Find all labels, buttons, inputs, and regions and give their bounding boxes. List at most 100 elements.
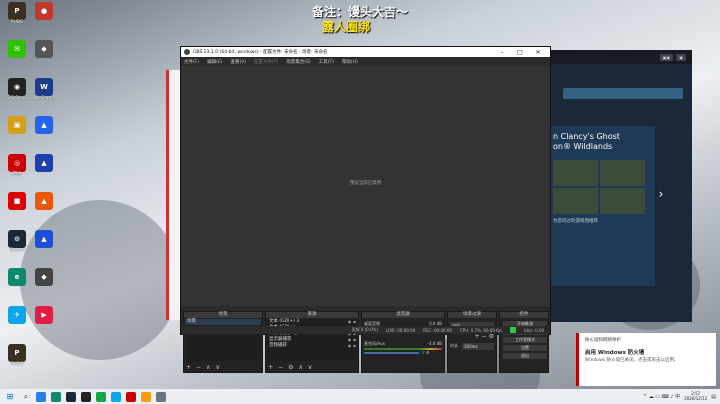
- desktop-icon[interactable]: ✈: [2, 306, 32, 325]
- app-icon[interactable]: [111, 391, 121, 402]
- controls-dock: 控件 开始推流 开始录制 工作室模式 设置 退出: [499, 311, 549, 373]
- next-arrow-icon[interactable]: ›: [654, 183, 668, 205]
- firewall-notification[interactable]: 防火墙和网络保护 启用 Windows 防火墙 Windows 防火墙已关闭。点…: [576, 333, 716, 386]
- lock-icon[interactable]: ▪: [352, 343, 357, 349]
- source-item[interactable]: 音频捕获 ◉ ▪: [267, 343, 357, 349]
- desktop-icon[interactable]: ◆: [29, 268, 59, 287]
- search-icon[interactable]: ⌕: [20, 392, 32, 402]
- obs-titlebar[interactable]: OBS 23.1.0 (64-bit, windows) - 配置文件: 未命名…: [181, 47, 550, 57]
- steam-icon[interactable]: [66, 391, 76, 402]
- app-icon[interactable]: [141, 391, 151, 402]
- remove-icon[interactable]: −: [278, 364, 283, 371]
- desktop-icon[interactable]: ▲: [29, 192, 59, 211]
- desktop-icon[interactable]: ▣: [2, 116, 32, 135]
- desktop-icon[interactable]: ⊙ Steam: [2, 230, 32, 254]
- menu-item[interactable]: 文件(F): [184, 59, 199, 65]
- clock-date: 2020/12/12: [684, 395, 708, 401]
- app-icon: ▲: [35, 230, 53, 248]
- obs-icon[interactable]: [81, 391, 91, 402]
- desktop-icon[interactable]: ◎ 网易: [2, 154, 32, 178]
- desktop-icon[interactable]: ◉ OBS Studio: [2, 78, 32, 102]
- desktop-icon[interactable]: ▲: [29, 230, 59, 249]
- app-icon: ◆: [35, 40, 53, 58]
- volume-slider[interactable]: [364, 352, 419, 354]
- duration-input[interactable]: 300ms: [462, 342, 494, 350]
- menu-item[interactable]: 帮助(H): [342, 59, 358, 65]
- game-screenshot[interactable]: [553, 159, 598, 186]
- steam-topbar: ▣▣ ▣: [549, 50, 692, 64]
- move-down-icon[interactable]: ∨: [215, 364, 219, 371]
- edge-icon[interactable]: [51, 391, 61, 402]
- menu-item[interactable]: 场景集合(S): [286, 59, 310, 65]
- mixer-track-mic: 麦克风/Aux -4.6 dB ♪ ⚙: [364, 341, 442, 355]
- app-icon: ■: [8, 192, 26, 210]
- scenes-dock: 场景 场景 + − ∧ ∨: [183, 311, 263, 373]
- stream-overlay-tag: 露人圈绑: [322, 20, 371, 34]
- dock-title: 混音器: [362, 312, 444, 318]
- game-screenshot[interactable]: [553, 187, 598, 214]
- move-up-icon[interactable]: ∧: [298, 364, 302, 371]
- add-icon[interactable]: +: [186, 364, 191, 371]
- windows-start-icon[interactable]: ⊞: [4, 392, 16, 401]
- menu-item[interactable]: 编辑(E): [207, 59, 222, 65]
- remove-icon[interactable]: −: [196, 364, 201, 371]
- desktop-icon[interactable]: e: [2, 268, 32, 287]
- close-button[interactable]: ✕: [529, 49, 547, 56]
- desktop-icon-label: PUBG: [10, 362, 24, 367]
- preview-area[interactable]: 预览当前已禁用: [181, 66, 550, 306]
- menubar: 文件(F) 编辑(E) 查看(V) 配置文件(P) 场景集合(S) 工具(T) 帮助(H): [181, 57, 550, 66]
- app-icon: ✈: [8, 306, 26, 324]
- taskbar: ⊞ ⌕ ^ ☁ ▭ ⌨ ♪ 中 2:57 2020/12/12 ▤: [0, 389, 720, 404]
- add-icon[interactable]: +: [268, 364, 273, 371]
- app-icon[interactable]: [96, 391, 106, 402]
- move-down-icon[interactable]: ∨: [308, 364, 312, 371]
- studio-mode-button[interactable]: 工作室模式: [503, 337, 547, 343]
- desktop-icon[interactable]: ●: [29, 2, 59, 21]
- clock[interactable]: 2:57 2020/12/12: [684, 391, 708, 402]
- menu-item[interactable]: 配置文件(P): [254, 59, 278, 65]
- game-screenshot[interactable]: [600, 159, 645, 186]
- desktop-icon[interactable]: P PUBG: [2, 344, 32, 368]
- netease-icon[interactable]: [126, 391, 136, 402]
- menu-item[interactable]: 工具(T): [319, 59, 334, 65]
- maximize-button[interactable]: □: [511, 49, 529, 56]
- app-icon[interactable]: [156, 391, 166, 402]
- scene-item[interactable]: 场景: [185, 319, 261, 325]
- desktop-icon[interactable]: P PUBG: [2, 2, 32, 26]
- mixer-dock: 混音器 桌面音频 0.0 dB ♪ ⚙ 麦克风/Aux -4.6 dB ♪ ⚙: [361, 311, 445, 373]
- settings-button[interactable]: 设置: [503, 345, 547, 351]
- menu-item[interactable]: 查看(V): [230, 59, 246, 65]
- steam-window[interactable]: ▣▣ ▣ n Clancy's Ghost on® Wildlands 为您玩过…: [549, 50, 692, 322]
- desktop-icon[interactable]: ✉: [2, 40, 32, 59]
- desktop-icon[interactable]: ▲: [29, 116, 59, 135]
- steam-search-input[interactable]: [563, 88, 683, 99]
- game-title-line1: n Clancy's Ghost: [553, 132, 620, 141]
- desktop-icon[interactable]: ◆: [29, 40, 59, 59]
- speaker-gear-icon[interactable]: ♪ ⚙: [422, 350, 429, 355]
- move-up-icon[interactable]: ∧: [206, 364, 210, 371]
- app-icon: ▶: [35, 306, 53, 324]
- system-tray[interactable]: ^ ☁ ▭ ⌨ ♪ 中: [643, 393, 680, 400]
- notification-center-icon[interactable]: ▤: [711, 394, 716, 400]
- desktop-icon[interactable]: ▶: [29, 306, 59, 325]
- app-icon: ▲: [35, 192, 53, 210]
- steam-featured-game[interactable]: n Clancy's Ghost on® Wildlands 为您玩过的游戏而推…: [549, 126, 655, 286]
- gear-icon[interactable]: ⚙: [288, 364, 293, 371]
- steam-chip[interactable]: ▣: [676, 53, 686, 61]
- wechat-icon: ✉: [8, 40, 26, 58]
- status-indicator: [510, 327, 517, 333]
- obs-window[interactable]: OBS 23.1.0 (64-bit, windows) - 配置文件: 未命名…: [180, 46, 551, 373]
- desktop-icon[interactable]: ▲: [29, 154, 59, 173]
- desktop-icon-label: 网易: [12, 172, 22, 177]
- steam-account-chip[interactable]: ▣▣: [659, 53, 674, 61]
- window-title: OBS 23.1.0 (64-bit, windows) - 配置文件: 未命名…: [193, 50, 328, 55]
- chrome-icon[interactable]: [36, 391, 46, 402]
- desktop-icon[interactable]: W WeGame: [29, 78, 59, 102]
- app-icon: ▲: [35, 154, 53, 172]
- exit-button[interactable]: 退出: [503, 353, 547, 359]
- live-timer: LIVE: 00:00:00: [386, 327, 416, 333]
- game-screenshot[interactable]: [600, 187, 645, 214]
- desktop-icon[interactable]: ■: [2, 192, 32, 211]
- minimize-button[interactable]: –: [493, 49, 511, 56]
- source-label: 音频捕获: [269, 343, 287, 348]
